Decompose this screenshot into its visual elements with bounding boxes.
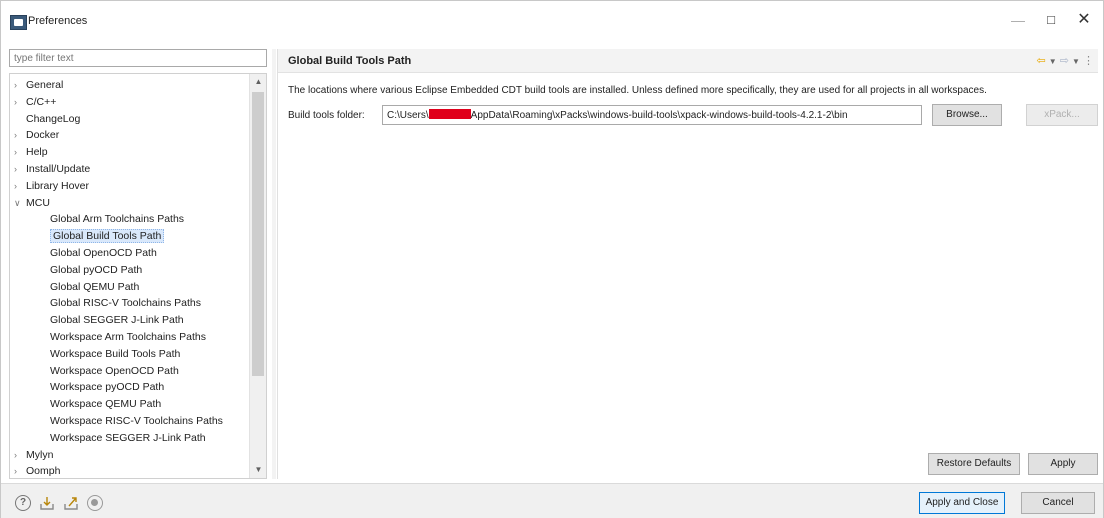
tree-item-label: Library Hover [26, 179, 90, 192]
title-bar: Preferences — □ ✕ [1, 1, 1103, 39]
collapsed-chevron-icon[interactable]: › [14, 128, 26, 143]
path-prefix: C:\Users\ [387, 110, 429, 121]
tree-item-label: Global pyOCD Path [50, 263, 143, 276]
browse-button[interactable]: Browse... [932, 104, 1002, 126]
tree-item-label: ChangeLog [26, 112, 81, 125]
collapsed-chevron-icon[interactable]: › [14, 95, 26, 110]
xpack-button[interactable]: xPack... [1026, 104, 1098, 126]
tree-item-label: Help [26, 146, 48, 159]
tree-item-label: Global OpenOCD Path [50, 247, 157, 259]
tree-item-label: Workspace RISC-V Toolchains Paths [50, 415, 223, 427]
tree-item-label: General [26, 79, 64, 91]
tree-item-label: Workspace QEMU Path [50, 398, 162, 411]
collapsed-chevron-icon[interactable]: › [14, 78, 26, 93]
tree-item-label: Global Build Tools Path [50, 229, 165, 244]
tree-item-label: Workspace pyOCD Path [50, 381, 165, 394]
help-icon[interactable]: ? [15, 495, 31, 511]
scroll-thumb[interactable] [252, 92, 264, 376]
page-title: Global Build Tools Path [288, 55, 412, 67]
tree-item[interactable]: Workspace pyOCD Path [50, 380, 164, 395]
page-description: The locations where various Eclipse Embe… [288, 85, 987, 96]
bottom-bar: ? Apply and Close Cancel [1, 483, 1103, 518]
tree-item-label: Workspace Build Tools Path [50, 347, 181, 360]
forward-dropdown-icon[interactable]: ▼ [1072, 57, 1080, 66]
collapsed-chevron-icon[interactable]: › [14, 464, 26, 478]
tree-item-label: Global Arm Toolchains Paths [50, 213, 185, 226]
page-header: Global Build Tools Path ⇦ ▼ ⇨ ▼ ⋮ [278, 49, 1098, 73]
tree-item[interactable]: ∨ MCU [14, 196, 50, 211]
oomph-icon[interactable] [87, 495, 103, 511]
back-arrow-icon[interactable]: ⇦ [1036, 55, 1045, 67]
tree-item[interactable]: Workspace SEGGER J-Link Path [50, 431, 206, 446]
tree-item[interactable]: › Help [14, 145, 48, 160]
tree-item-label: Mylyn [26, 448, 54, 461]
build-tools-folder-field[interactable]: C:\Users\ AppData\Roaming\xPacks\windows-… [382, 105, 922, 125]
export-icon[interactable] [63, 495, 79, 511]
view-menu-icon[interactable]: ⋮ [1083, 55, 1094, 67]
window-title: Preferences [28, 15, 88, 27]
tree-item[interactable]: Global RISC-V Toolchains Paths [50, 296, 201, 311]
apply-button[interactable]: Apply [1028, 453, 1098, 475]
collapsed-chevron-icon[interactable]: › [14, 162, 26, 177]
tree-item[interactable]: Global QEMU Path [50, 280, 139, 295]
tree-item[interactable]: Workspace QEMU Path [50, 397, 161, 412]
tree-item-label: Docker [26, 129, 60, 142]
preference-page: Global Build Tools Path ⇦ ▼ ⇨ ▼ ⋮ The lo… [277, 49, 1098, 479]
path-suffix: AppData\Roaming\xPacks\windows-build-too… [470, 110, 848, 121]
tree-item[interactable]: Workspace Arm Toolchains Paths [50, 330, 206, 345]
tree-item-label: Workspace SEGGER J-Link Path [50, 431, 206, 444]
minimize-button[interactable]: — [1003, 9, 1033, 31]
tree-item[interactable]: Global OpenOCD Path [50, 246, 157, 261]
page-navigation: ⇦ ▼ ⇨ ▼ ⋮ [1036, 54, 1094, 67]
tree-item-label: Workspace Arm Toolchains Paths [50, 331, 207, 343]
import-icon[interactable] [39, 495, 55, 511]
preferences-window: Preferences — □ ✕ ▲ ▼ ›General›C/C++Chan… [0, 0, 1104, 518]
tree-item[interactable]: Global SEGGER J-Link Path [50, 313, 184, 328]
tree-item[interactable]: ChangeLog [14, 112, 80, 127]
tree-item[interactable]: › C/C++ [14, 95, 56, 110]
cancel-button[interactable]: Cancel [1021, 492, 1095, 514]
tree-item-label: MCU [26, 196, 50, 209]
tree-item-label: Global RISC-V Toolchains Paths [50, 297, 201, 310]
scroll-up-arrow-icon[interactable]: ▲ [250, 74, 266, 90]
tree-item[interactable]: Global Build Tools Path [50, 229, 165, 244]
scroll-down-arrow-icon[interactable]: ▼ [250, 462, 266, 478]
tree-item-label: Oomph [26, 465, 61, 478]
tree-item-label: Install/Update [26, 163, 91, 175]
redaction-mark [428, 109, 471, 119]
tree-item[interactable]: Workspace OpenOCD Path [50, 364, 179, 379]
preference-tree: ▲ ▼ › General › C/C++ ChangeLog › Docker › Help ›… [9, 73, 267, 479]
tree-item[interactable]: Workspace Build Tools Path [50, 347, 180, 362]
pane-sash[interactable] [272, 49, 276, 479]
tree-item[interactable]: Global pyOCD Path [50, 263, 142, 278]
collapsed-chevron-icon[interactable]: › [14, 145, 26, 160]
app-icon [10, 15, 27, 30]
tree-item[interactable]: › Docker [14, 128, 59, 143]
tree-item-label: C/C++ [26, 95, 57, 108]
tree-item[interactable]: Workspace RISC-V Toolchains Paths [50, 414, 223, 429]
collapsed-chevron-icon[interactable]: › [14, 179, 26, 194]
tree-item[interactable]: Global Arm Toolchains Paths [50, 212, 184, 227]
build-tools-folder-label: Build tools folder: [288, 110, 365, 121]
filter-input[interactable] [9, 49, 267, 67]
restore-defaults-button[interactable]: Restore Defaults [928, 453, 1020, 475]
tree-item[interactable]: › Oomph [14, 464, 61, 478]
close-button[interactable]: ✕ [1069, 9, 1099, 31]
apply-and-close-button[interactable]: Apply and Close [919, 492, 1005, 514]
tree-item-label: Workspace OpenOCD Path [50, 364, 179, 377]
collapsed-chevron-icon[interactable]: › [14, 448, 26, 463]
back-dropdown-icon[interactable]: ▼ [1049, 57, 1057, 66]
preference-navigator: ▲ ▼ ›General›C/C++ChangeLog›Docker›Help›… [9, 49, 267, 479]
tree-item[interactable]: › Library Hover [14, 179, 89, 194]
tree-item-label: Global SEGGER J-Link Path [50, 314, 184, 327]
expanded-chevron-icon[interactable]: ∨ [14, 196, 26, 211]
tree-item[interactable]: › Install/Update [14, 162, 90, 177]
forward-arrow-icon[interactable]: ⇨ [1060, 55, 1069, 67]
tree-item[interactable]: › Mylyn [14, 448, 53, 463]
tree-scrollbar[interactable]: ▲ ▼ [249, 74, 266, 478]
tree-item-label: Global QEMU Path [50, 280, 140, 293]
maximize-button[interactable]: □ [1036, 9, 1066, 31]
tree-item[interactable]: › General [14, 78, 63, 93]
